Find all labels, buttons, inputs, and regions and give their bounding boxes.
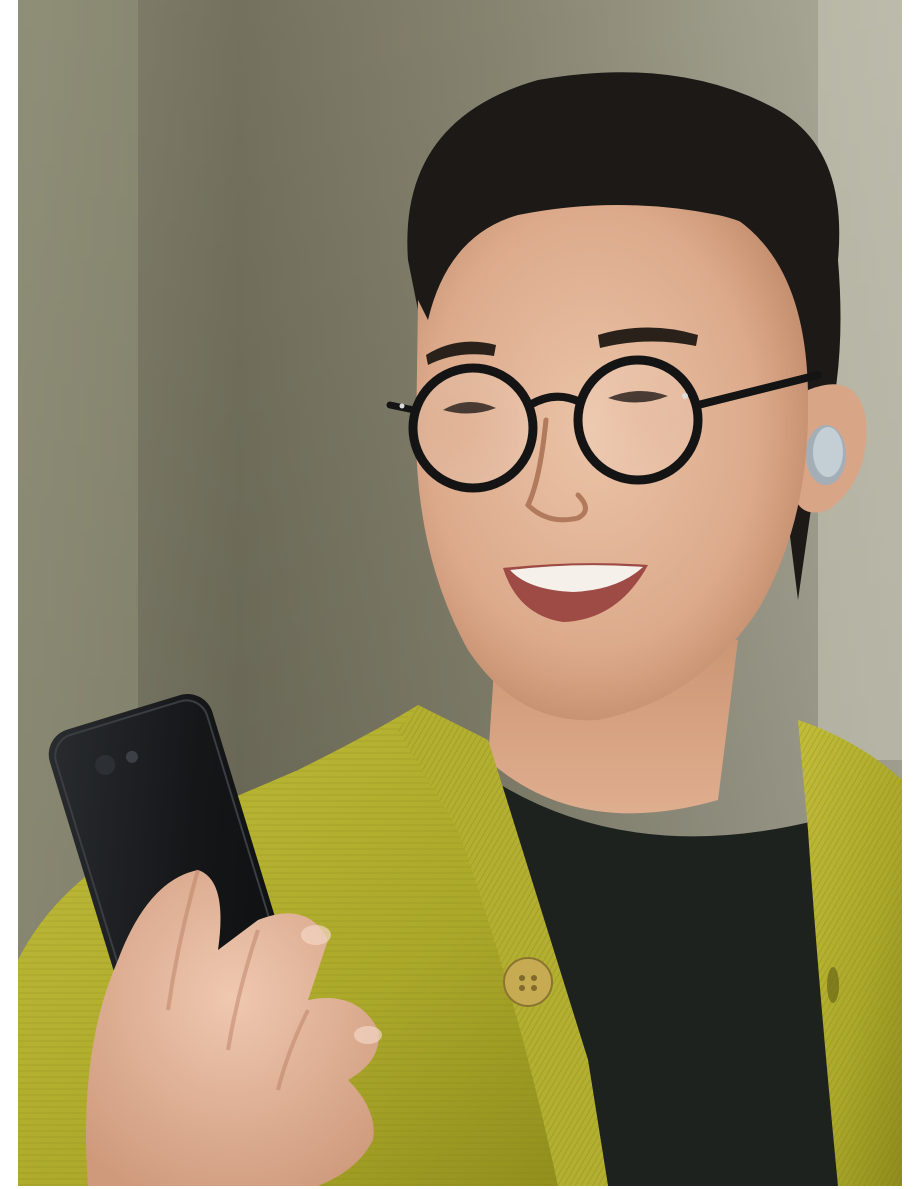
earbud-icon [806, 425, 846, 485]
photo-illustration [18, 0, 902, 1186]
button-icon [503, 957, 553, 1007]
photo-frame [18, 0, 902, 1186]
buttonhole [827, 967, 839, 1003]
